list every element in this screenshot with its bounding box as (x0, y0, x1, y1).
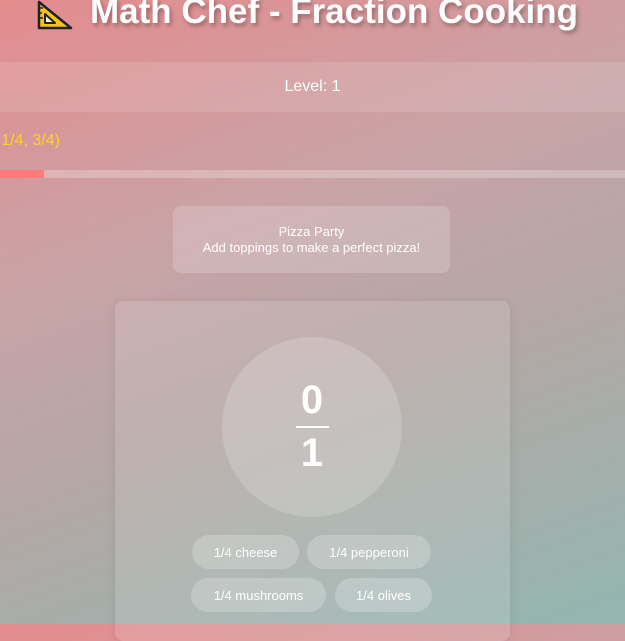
level-label: Level: 1 (284, 78, 341, 95)
fraction-numerator: 0 (300, 378, 324, 422)
page-title: Math Chef - Fraction Cooking (90, 0, 579, 31)
topping-button-pepperoni[interactable]: 1/4 pepperoni (307, 535, 431, 569)
level-bar: Level: 1 (0, 62, 625, 112)
fraction-display: 0 1 (222, 337, 402, 517)
progress-bar (0, 170, 625, 178)
mission-box: Pizza Party Add toppings to make a perfe… (173, 206, 450, 273)
header: Math Chef - Fraction Cooking (0, 0, 625, 40)
fraction-bar (296, 426, 329, 428)
topping-button-mushrooms[interactable]: 1/4 mushrooms (191, 578, 326, 612)
hint-text: /2, 1/4, 3/4) (0, 132, 60, 149)
topping-button-olives[interactable]: 1/4 olives (335, 578, 432, 612)
progress-fill (0, 170, 44, 178)
triangular-ruler-icon (36, 0, 74, 30)
topping-button-cheese[interactable]: 1/4 cheese (192, 535, 299, 569)
mission-description: Add toppings to make a perfect pizza! (202, 239, 421, 255)
fraction-denominator: 1 (300, 431, 324, 475)
mission-title: Pizza Party (278, 223, 345, 239)
pizza-circle[interactable]: 0 1 (222, 337, 402, 517)
pizza-card: 0 1 1/4 cheese 1/4 pepperoni 1/4 mushroo… (115, 301, 510, 641)
